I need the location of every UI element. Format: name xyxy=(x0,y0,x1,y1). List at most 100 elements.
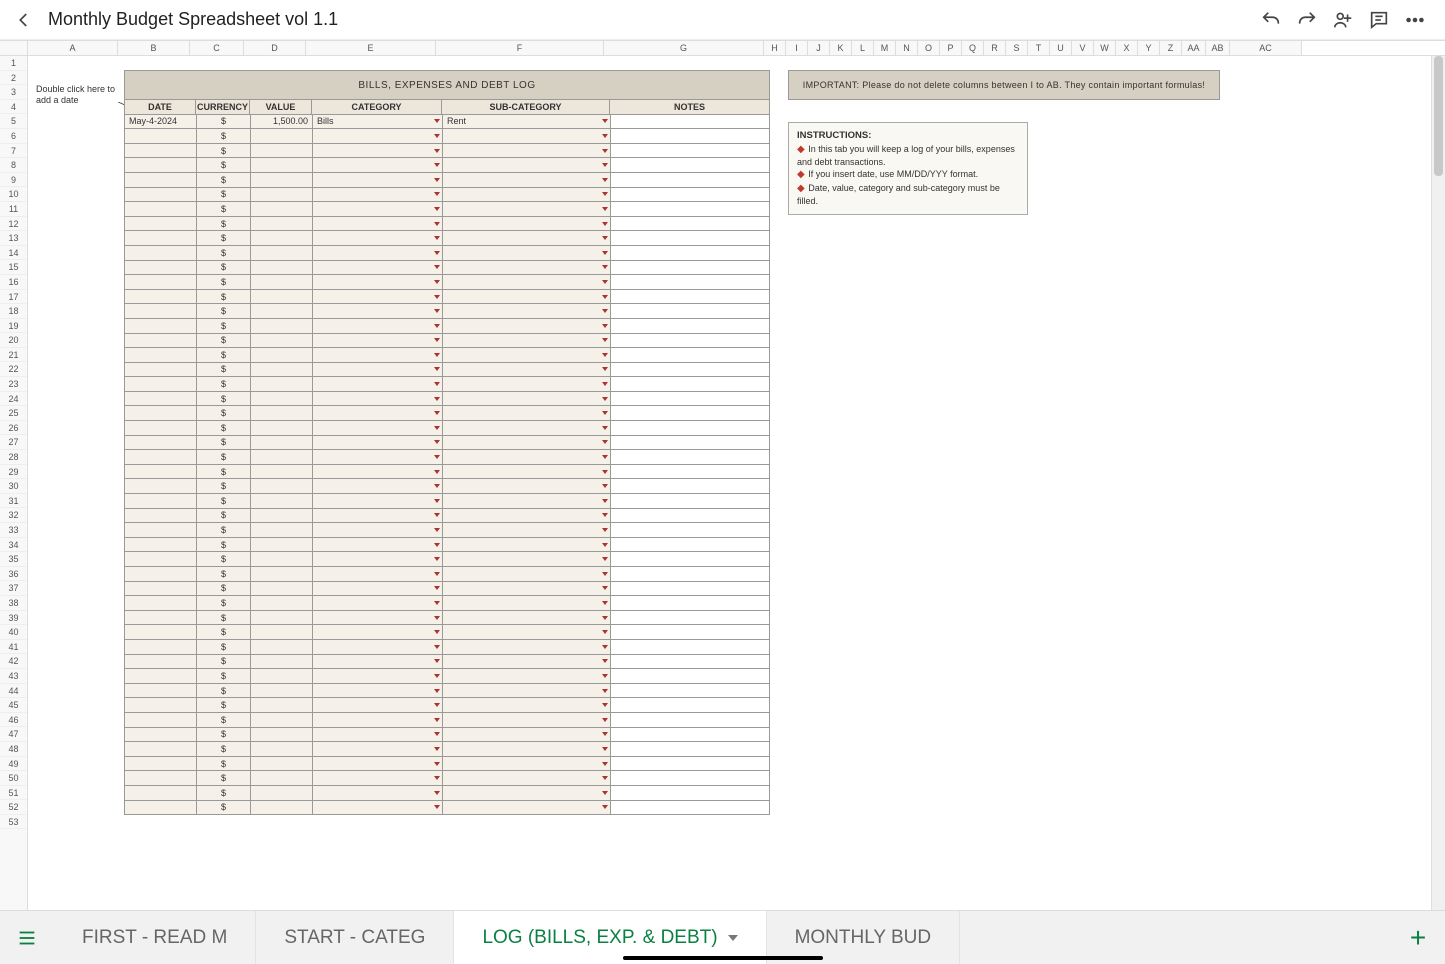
cell-value[interactable] xyxy=(250,406,312,421)
cell-category[interactable] xyxy=(312,188,442,203)
cell-subcategory[interactable] xyxy=(442,188,610,203)
cell-subcategory[interactable] xyxy=(442,377,610,392)
cell-category[interactable] xyxy=(312,450,442,465)
cell-notes[interactable] xyxy=(610,757,770,772)
cell-value[interactable] xyxy=(250,363,312,378)
cell-value[interactable] xyxy=(250,728,312,743)
cell-subcategory[interactable] xyxy=(442,275,610,290)
cell-date[interactable] xyxy=(124,509,196,524)
column-header-O[interactable]: O xyxy=(918,41,940,55)
row-header-39[interactable]: 39 xyxy=(0,611,27,626)
cell-currency[interactable]: $ xyxy=(196,655,250,670)
cell-category[interactable] xyxy=(312,363,442,378)
row-header-5[interactable]: 5 xyxy=(0,114,27,129)
cell-subcategory[interactable] xyxy=(442,450,610,465)
cell-category[interactable] xyxy=(312,479,442,494)
cell-value[interactable] xyxy=(250,144,312,159)
cell-currency[interactable]: $ xyxy=(196,479,250,494)
cell-notes[interactable] xyxy=(610,231,770,246)
cell-value[interactable] xyxy=(250,304,312,319)
cell-category[interactable] xyxy=(312,494,442,509)
cell-notes[interactable] xyxy=(610,188,770,203)
cell-category[interactable] xyxy=(312,129,442,144)
cell-subcategory[interactable] xyxy=(442,421,610,436)
cell-notes[interactable] xyxy=(610,304,770,319)
cell-subcategory[interactable] xyxy=(442,363,610,378)
cell-date[interactable] xyxy=(124,771,196,786)
cell-currency[interactable]: $ xyxy=(196,158,250,173)
column-header-AC[interactable]: AC xyxy=(1230,41,1302,55)
cell-value[interactable] xyxy=(250,640,312,655)
row-header-34[interactable]: 34 xyxy=(0,538,27,553)
row-header-50[interactable]: 50 xyxy=(0,771,27,786)
cell-notes[interactable] xyxy=(610,129,770,144)
cell-value[interactable] xyxy=(250,436,312,451)
cell-category[interactable] xyxy=(312,582,442,597)
column-header-A[interactable]: A xyxy=(28,41,118,55)
cell-currency[interactable]: $ xyxy=(196,552,250,567)
cell-subcategory[interactable] xyxy=(442,552,610,567)
row-header-32[interactable]: 32 xyxy=(0,508,27,523)
cell-notes[interactable] xyxy=(610,319,770,334)
cell-subcategory[interactable] xyxy=(442,406,610,421)
tab-menu-icon[interactable] xyxy=(728,935,738,941)
row-header-47[interactable]: 47 xyxy=(0,727,27,742)
cell-notes[interactable] xyxy=(610,217,770,232)
cell-value[interactable] xyxy=(250,523,312,538)
cell-category[interactable] xyxy=(312,421,442,436)
cell-value[interactable] xyxy=(250,246,312,261)
cell-value[interactable] xyxy=(250,261,312,276)
cell-value[interactable] xyxy=(250,596,312,611)
cell-category[interactable] xyxy=(312,684,442,699)
cell-value[interactable] xyxy=(250,231,312,246)
cell-date[interactable] xyxy=(124,158,196,173)
cell-date[interactable] xyxy=(124,406,196,421)
cell-subcategory[interactable] xyxy=(442,304,610,319)
row-header-33[interactable]: 33 xyxy=(0,523,27,538)
add-sheet-button[interactable]: + xyxy=(1391,911,1445,964)
cell-date[interactable] xyxy=(124,290,196,305)
vertical-scrollbar[interactable] xyxy=(1431,56,1445,910)
cell-category[interactable] xyxy=(312,377,442,392)
back-button[interactable] xyxy=(12,8,36,32)
cell-currency[interactable]: $ xyxy=(196,290,250,305)
cell-date[interactable]: May-4-2024 xyxy=(124,115,196,130)
column-header-T[interactable]: T xyxy=(1028,41,1050,55)
cell-currency[interactable]: $ xyxy=(196,115,250,130)
cell-notes[interactable] xyxy=(610,275,770,290)
cell-value[interactable] xyxy=(250,713,312,728)
cell-value[interactable] xyxy=(250,771,312,786)
cell-subcategory[interactable] xyxy=(442,582,610,597)
sheet-tab-0[interactable]: FIRST - READ M xyxy=(54,911,256,964)
row-header-23[interactable]: 23 xyxy=(0,377,27,392)
cell-category[interactable] xyxy=(312,436,442,451)
cell-date[interactable] xyxy=(124,640,196,655)
cell-subcategory[interactable] xyxy=(442,757,610,772)
cell-value[interactable] xyxy=(250,494,312,509)
cell-value[interactable] xyxy=(250,669,312,684)
cell-notes[interactable] xyxy=(610,334,770,349)
cell-notes[interactable] xyxy=(610,202,770,217)
cell-currency[interactable]: $ xyxy=(196,771,250,786)
cell-notes[interactable] xyxy=(610,611,770,626)
cell-date[interactable] xyxy=(124,523,196,538)
cell-notes[interactable] xyxy=(610,640,770,655)
cell-notes[interactable] xyxy=(610,771,770,786)
cell-notes[interactable] xyxy=(610,348,770,363)
cell-subcategory[interactable] xyxy=(442,640,610,655)
cell-notes[interactable] xyxy=(610,801,770,816)
cell-currency[interactable]: $ xyxy=(196,202,250,217)
cell-subcategory[interactable] xyxy=(442,698,610,713)
cell-date[interactable] xyxy=(124,363,196,378)
cell-notes[interactable] xyxy=(610,596,770,611)
cell-notes[interactable] xyxy=(610,786,770,801)
cell-currency[interactable]: $ xyxy=(196,640,250,655)
cell-currency[interactable]: $ xyxy=(196,596,250,611)
cell-currency[interactable]: $ xyxy=(196,582,250,597)
cell-subcategory[interactable] xyxy=(442,538,610,553)
cell-category[interactable] xyxy=(312,552,442,567)
cell-subcategory[interactable] xyxy=(442,158,610,173)
cell-currency[interactable]: $ xyxy=(196,188,250,203)
row-header-51[interactable]: 51 xyxy=(0,786,27,801)
cell-subcategory[interactable]: Rent xyxy=(442,115,610,130)
